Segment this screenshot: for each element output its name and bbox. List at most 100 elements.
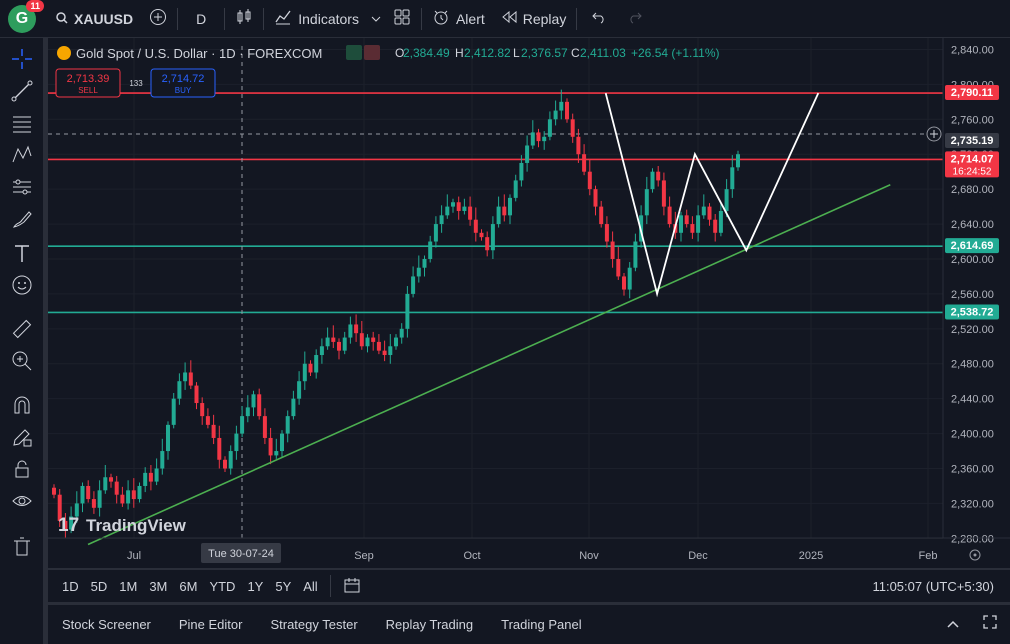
- avatar-letter: G: [15, 9, 29, 27]
- tab-stock-screener[interactable]: Stock Screener: [48, 617, 165, 632]
- range-5y[interactable]: 5Y: [269, 579, 297, 594]
- candle: [701, 194, 706, 219]
- candle-body: [525, 145, 530, 163]
- candle: [713, 214, 718, 242]
- candle: [308, 360, 313, 376]
- candle: [473, 207, 478, 242]
- watermark-text: TradingView: [86, 516, 187, 535]
- interval-button[interactable]: D: [180, 0, 222, 38]
- indicators-templates-button[interactable]: [367, 0, 385, 38]
- goto-date-button[interactable]: [333, 576, 371, 597]
- crosshair-add-button[interactable]: [926, 126, 942, 142]
- measure-tool[interactable]: [9, 318, 35, 344]
- redo-button[interactable]: [619, 0, 651, 38]
- candle-body: [405, 293, 410, 329]
- legend-open-value: 2,384.49: [403, 46, 450, 60]
- candle-body: [91, 499, 96, 508]
- range-all[interactable]: All: [297, 579, 323, 594]
- range-3m[interactable]: 3M: [143, 579, 173, 594]
- stay-drawing-tool[interactable]: [9, 426, 35, 452]
- tab-trading-panel[interactable]: Trading Panel: [487, 617, 595, 632]
- maximize-icon: [982, 615, 998, 634]
- indicators-button[interactable]: Indicators: [266, 0, 367, 38]
- candle: [684, 209, 689, 228]
- remove-drawings-tool[interactable]: [9, 536, 35, 562]
- brush-tool[interactable]: [9, 208, 35, 234]
- candle-body: [559, 101, 564, 111]
- candle: [382, 340, 387, 362]
- symbol-search-button[interactable]: XAUUSD: [48, 0, 141, 38]
- candle: [109, 473, 113, 488]
- legend-close-value: 2,411.03: [580, 46, 626, 60]
- candle-body: [593, 189, 598, 207]
- range-1d[interactable]: 1D: [56, 579, 85, 594]
- sell-button[interactable]: 2,713.39 SELL: [55, 68, 121, 98]
- candle-body: [228, 451, 233, 469]
- magnet-tool[interactable]: [9, 394, 35, 420]
- tab-strategy-tester[interactable]: Strategy Tester: [256, 617, 371, 632]
- timezone-clock[interactable]: 11:05:07 (UTC+5:30): [866, 579, 1000, 594]
- range-1y[interactable]: 1Y: [241, 579, 269, 594]
- pattern-tool[interactable]: [9, 144, 35, 170]
- alert-button[interactable]: Alert: [424, 0, 493, 38]
- candle: [411, 266, 416, 298]
- candle: [656, 166, 661, 187]
- candle: [211, 414, 216, 445]
- range-5d[interactable]: 5D: [85, 579, 114, 594]
- candle: [297, 371, 302, 405]
- collapse-panel-button[interactable]: [936, 616, 970, 634]
- candle: [462, 198, 467, 215]
- candle-body: [679, 215, 683, 233]
- candle-body: [656, 171, 661, 181]
- price-tick: 2,440.00: [951, 394, 994, 406]
- trend-line-tool[interactable]: [9, 80, 35, 106]
- price-chart[interactable]: 2,840.002,800.002,760.002,720.002,680.00…: [48, 38, 1010, 580]
- maximize-panel-button[interactable]: [970, 614, 1010, 635]
- candle-body: [553, 110, 558, 120]
- candle: [730, 155, 735, 198]
- legend-change: +26.54 (+1.11%): [631, 46, 720, 60]
- axis-settings-button[interactable]: [969, 549, 981, 561]
- candle: [91, 491, 96, 514]
- undo-button[interactable]: [579, 0, 619, 38]
- range-ytd[interactable]: YTD: [203, 579, 241, 594]
- zoom-tool[interactable]: [9, 350, 35, 376]
- emoji-tool[interactable]: [9, 274, 35, 300]
- candle: [183, 362, 188, 390]
- magnet-icon: [11, 394, 33, 421]
- candle: [707, 203, 712, 226]
- chart-type-button[interactable]: [227, 0, 261, 38]
- price-label: 2,714.07: [951, 153, 994, 165]
- chart-area[interactable]: 2,840.002,800.002,760.002,720.002,680.00…: [48, 38, 1010, 580]
- forecast-icon: [11, 176, 33, 203]
- candle: [616, 246, 621, 280]
- layouts-button[interactable]: [385, 0, 419, 38]
- projection-tool[interactable]: [9, 176, 35, 202]
- candle-body: [148, 472, 153, 482]
- candle-body: [297, 381, 302, 399]
- hide-drawings-tool[interactable]: [9, 490, 35, 516]
- user-avatar[interactable]: G 11: [8, 0, 44, 33]
- lock-drawings-tool[interactable]: [9, 458, 35, 484]
- candle: [439, 205, 444, 233]
- candle: [399, 323, 404, 344]
- range-6m[interactable]: 6M: [173, 579, 203, 594]
- replay-button[interactable]: Replay: [493, 0, 575, 38]
- candle: [342, 331, 347, 355]
- text-tool[interactable]: [9, 242, 35, 268]
- candle-body: [508, 197, 512, 216]
- fib-tool[interactable]: [9, 112, 35, 138]
- range-1m[interactable]: 1M: [113, 579, 143, 594]
- tab-pine-editor[interactable]: Pine Editor: [165, 617, 257, 632]
- lines-icon: [11, 112, 33, 139]
- crosshair-tool[interactable]: [9, 48, 35, 74]
- tab-replay-trading[interactable]: Replay Trading: [372, 617, 487, 632]
- compare-symbol-button[interactable]: [141, 0, 175, 38]
- price-tick: 2,280.00: [951, 533, 994, 545]
- buy-button[interactable]: 2,714.72 BUY: [150, 68, 216, 98]
- candle: [302, 351, 307, 390]
- tradingview-watermark[interactable]: 17 TradingView: [58, 515, 187, 536]
- candle-body: [234, 433, 239, 452]
- candle-body: [251, 394, 256, 408]
- candle: [257, 388, 262, 420]
